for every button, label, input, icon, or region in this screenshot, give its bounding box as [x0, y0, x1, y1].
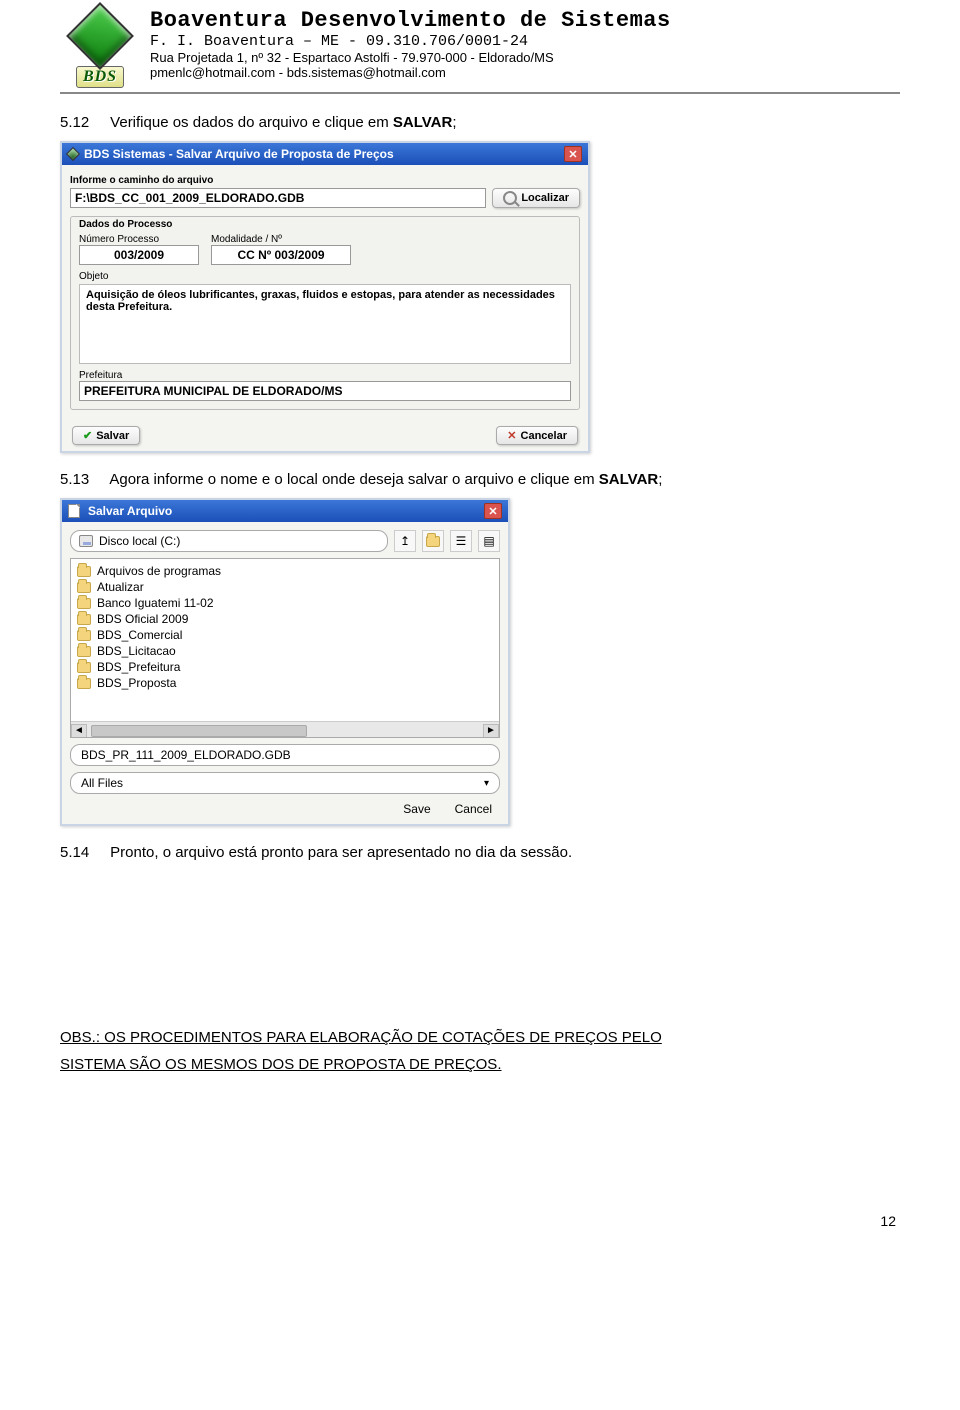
list-item[interactable]: Arquivos de programas — [77, 563, 493, 579]
folder-icon — [77, 614, 91, 625]
step-num: 5.13 — [60, 471, 106, 488]
company-sub: F. I. Boaventura – ME - 09.310.706/0001-… — [150, 33, 900, 50]
modalidade-input[interactable] — [211, 245, 351, 265]
check-icon: ✔ — [83, 429, 92, 442]
list-item[interactable]: BDS_Proposta — [77, 675, 493, 691]
folder-icon — [77, 662, 91, 673]
filename-input[interactable] — [70, 744, 500, 766]
cancel-button[interactable]: Cancel — [455, 802, 492, 816]
label-caminho: Informe o caminho do arquivo — [70, 175, 580, 186]
label-numero: Número Processo — [79, 234, 199, 245]
bds-diamond-icon — [66, 2, 134, 70]
list-item-label: Banco Iguatemi 11-02 — [97, 596, 214, 610]
list-item[interactable]: BDS_Licitacao — [77, 643, 493, 659]
document-icon — [68, 504, 80, 518]
document-header: BDS Boaventura Desenvolvimento de Sistem… — [60, 0, 900, 94]
list-item[interactable]: BDS_Comercial — [77, 627, 493, 643]
list-item[interactable]: BDS_Prefeitura — [77, 659, 493, 675]
salvar-button[interactable]: ✔ Salvar — [72, 426, 140, 445]
folder-icon — [77, 678, 91, 689]
list-item[interactable]: Banco Iguatemi 11-02 — [77, 595, 493, 611]
view-details-button[interactable]: ▤ — [478, 530, 500, 552]
logo-block: BDS — [60, 8, 140, 88]
filter-label: All Files — [81, 776, 123, 790]
horizontal-scrollbar[interactable]: ◄ ► — [71, 721, 499, 738]
folder-icon — [77, 646, 91, 657]
filter-combo[interactable]: All Files ▾ — [70, 772, 500, 794]
list-item-label: Atualizar — [97, 580, 144, 594]
list-item[interactable]: Atualizar — [77, 579, 493, 595]
close-icon: ✕ — [507, 429, 516, 442]
disk-icon — [79, 535, 93, 547]
numero-input[interactable] — [79, 245, 199, 265]
step-text: Pronto, o arquivo está pronto para ser a… — [110, 844, 572, 861]
scroll-right-button[interactable]: ► — [483, 724, 499, 738]
page-number: 12 — [60, 1213, 900, 1229]
folder-icon — [77, 598, 91, 609]
screenshot-salvar-arquivo: Salvar Arquivo ✕ Disco local (C:) ↥ — [60, 498, 510, 826]
file-list[interactable]: Arquivos de programas Atualizar Banco Igua… — [70, 558, 500, 738]
list-item-label: BDS_Prefeitura — [97, 660, 180, 674]
up-folder-button[interactable]: ↥ — [394, 530, 416, 552]
list-item-label: BDS_Licitacao — [97, 644, 176, 658]
screenshot-salvar-proposta: BDS Sistemas - Salvar Arquivo de Propost… — [60, 141, 590, 453]
label-objeto: Objeto — [79, 271, 571, 282]
list-item-label: BDS_Proposta — [97, 676, 176, 690]
bds-diamond-icon — [66, 147, 80, 161]
label-prefeitura: Prefeitura — [79, 370, 571, 381]
list-item-label: BDS_Comercial — [97, 628, 182, 642]
company-title: Boaventura Desenvolvimento de Sistemas — [150, 8, 900, 33]
list-item-label: BDS Oficial 2009 — [97, 612, 188, 626]
list-item-label: Arquivos de programas — [97, 564, 221, 578]
step-5-14: 5.14 Pronto, o arquivo está pronto para … — [60, 844, 900, 861]
fieldset-legend: Dados do Processo — [79, 219, 571, 230]
dialog-title: BDS Sistemas - Salvar Arquivo de Propost… — [84, 147, 394, 161]
cancelar-button[interactable]: ✕ Cancelar — [496, 426, 578, 445]
step-text: Verifique os dados do arquivo e clique e… — [110, 114, 393, 131]
label-modalidade: Modalidade / Nº — [211, 234, 351, 245]
localizar-label: Localizar — [521, 192, 569, 204]
dialog-title: Salvar Arquivo — [88, 504, 172, 518]
scroll-left-button[interactable]: ◄ — [71, 724, 87, 738]
save-button[interactable]: Save — [403, 802, 430, 816]
folder-icon — [77, 566, 91, 577]
folder-icon — [77, 582, 91, 593]
step-bold: SALVAR — [599, 471, 658, 488]
obs-line-2: SISTEMA SÃO OS MESMOS DOS DE PROPOSTA DE… — [60, 1056, 900, 1073]
close-button[interactable]: ✕ — [564, 146, 582, 162]
prefeitura-input[interactable] — [79, 381, 571, 401]
step-bold: SALVAR — [393, 114, 452, 131]
localizar-button[interactable]: Localizar — [492, 188, 580, 208]
step-num: 5.12 — [60, 114, 106, 131]
search-icon — [503, 191, 517, 205]
scroll-thumb[interactable] — [91, 725, 307, 737]
new-folder-button[interactable] — [422, 530, 444, 552]
path-input[interactable] — [70, 188, 486, 208]
step-num: 5.14 — [60, 844, 106, 861]
drive-label: Disco local (C:) — [99, 534, 180, 548]
company-contact: pmenlc@hotmail.com - bds.sistemas@hotmai… — [150, 65, 900, 80]
chevron-down-icon: ▾ — [484, 778, 489, 789]
company-address: Rua Projetada 1, nº 32 - Espartaco Astol… — [150, 50, 900, 65]
objeto-text: Aquisição de óleos lubrificantes, graxas… — [79, 284, 571, 364]
cancelar-label: Cancelar — [521, 430, 567, 442]
salvar-label: Salvar — [96, 430, 129, 442]
view-list-button[interactable]: ☰ — [450, 530, 472, 552]
drive-combo[interactable]: Disco local (C:) — [70, 530, 388, 552]
folder-icon — [426, 536, 440, 547]
step-text: Agora informe o nome e o local onde dese… — [109, 471, 598, 488]
arrow-up-icon: ↥ — [400, 534, 410, 548]
step-5-12: 5.12 Verifique os dados do arquivo e cli… — [60, 114, 900, 131]
fieldset-dados-processo: Dados do Processo Número Processo Modali… — [70, 216, 580, 410]
list-item[interactable]: BDS Oficial 2009 — [77, 611, 493, 627]
step-5-13: 5.13 Agora informe o nome e o local onde… — [60, 471, 900, 488]
folder-icon — [77, 630, 91, 641]
close-button[interactable]: ✕ — [484, 503, 502, 519]
obs-line-1: OBS.: OS PROCEDIMENTOS PARA ELABORAÇÃO D… — [60, 1029, 900, 1046]
